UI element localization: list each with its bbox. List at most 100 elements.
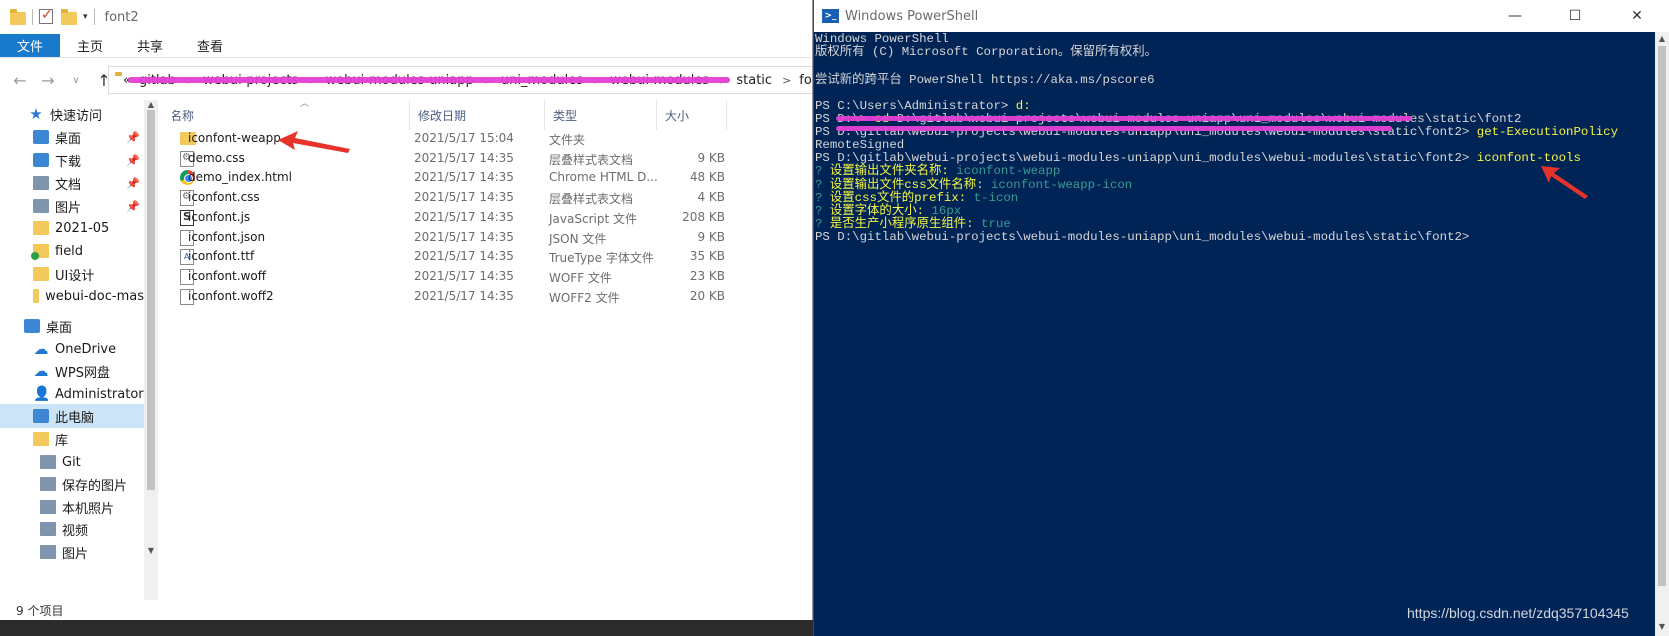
- explorer-titlebar: ▾ font2: [0, 0, 812, 34]
- column-header-type[interactable]: 类型: [545, 100, 657, 130]
- console-line: ? 设置字体的大小: 16px: [815, 204, 961, 218]
- nav-item-label: field: [55, 243, 84, 259]
- file-name: demo.css: [188, 150, 245, 165]
- nav-item[interactable]: 本机照片: [0, 495, 144, 519]
- folder-icon[interactable]: [10, 9, 26, 25]
- scroll-down-icon[interactable]: ▼: [146, 546, 156, 555]
- file-date: 2021/5/17 14:35: [414, 249, 514, 264]
- nav-item[interactable]: 下载 📌: [0, 148, 144, 172]
- ribbon-tab[interactable]: 主页: [60, 34, 120, 57]
- nav-item[interactable]: 保存的图片: [0, 472, 144, 496]
- file-row[interactable]: iconfont.js 2021/5/17 14:35 JavaScript 文件 2…: [172, 207, 812, 228]
- ribbon-tab[interactable]: 文件: [0, 34, 61, 57]
- console-line: PS D:\gitlab\webui-projects\webui-module…: [815, 230, 1469, 244]
- scrollbar-thumb[interactable]: [1658, 46, 1666, 586]
- column-header-date[interactable]: 修改日期: [410, 100, 545, 130]
- breadcrumb-segment[interactable]: static >: [736, 73, 791, 88]
- nav-item-label: 图片: [62, 546, 89, 562]
- pin-icon[interactable]: 📌: [126, 177, 140, 190]
- nav-item[interactable]: field: [0, 239, 144, 263]
- navigation-pane-scrollbar[interactable]: ▲ ▼: [144, 100, 158, 608]
- console-text: iconfont-weapp-icon: [990, 178, 1133, 192]
- file-type: JavaScript 文件: [549, 211, 637, 226]
- file-name: iconfont.json: [188, 229, 266, 244]
- nav-item-label: UI设计: [55, 268, 95, 284]
- pin-icon[interactable]: 📌: [126, 154, 140, 167]
- back-arrow-icon[interactable]: ←: [12, 71, 28, 90]
- nav-item[interactable]: 文档 📌: [0, 171, 144, 195]
- file-row[interactable]: iconfont.woff2 2021/5/17 14:35 WOFF2 文件 20 …: [172, 286, 812, 307]
- scroll-down-icon[interactable]: ▼: [1657, 622, 1667, 631]
- user-icon: 👤: [33, 386, 51, 402]
- nav-item-label: 桌面: [55, 131, 82, 147]
- console-output[interactable]: Windows PowerShell 版权所有 (C) Microsoft Cor…: [814, 32, 1656, 636]
- file-date: 2021/5/17 14:35: [414, 170, 514, 185]
- nav-item-label: 文档: [55, 177, 82, 193]
- file-size: 9 KB: [697, 229, 725, 244]
- item-count: 9 个项目: [16, 603, 64, 618]
- nav-item[interactable]: 桌面 📌: [0, 125, 144, 149]
- ribbon-tab[interactable]: 共享: [120, 34, 180, 57]
- file-row[interactable]: demo_index.html 2021/5/17 14:35 Chrome HTM…: [172, 167, 812, 188]
- file-date: 2021/5/17 15:04: [414, 131, 514, 145]
- ribbon-tab[interactable]: 查看: [180, 34, 240, 57]
- maximize-icon[interactable]: ☐: [1552, 0, 1598, 32]
- minimize-icon[interactable]: —: [1492, 0, 1538, 32]
- file-row[interactable]: iconfont-weapp 2021/5/17 15:04 文件夹: [172, 128, 812, 149]
- nav-item[interactable]: ★ 快速访问: [0, 102, 144, 126]
- scrollbar-thumb[interactable]: [147, 110, 155, 490]
- file-type: 层叠样式表文档: [549, 152, 634, 167]
- nav-item[interactable]: webui-doc-mas: [0, 284, 144, 308]
- nav-item[interactable]: UI设计: [0, 262, 144, 286]
- recent-locations-chevron-icon[interactable]: ∨: [68, 75, 84, 86]
- scroll-up-icon[interactable]: ▲: [146, 100, 156, 109]
- file-row[interactable]: iconfont.json 2021/5/17 14:35 JSON 文件 9 KB: [172, 227, 812, 248]
- nav-item[interactable]: 库: [0, 427, 144, 451]
- file-row[interactable]: iconfont.woff 2021/5/17 14:35 WOFF 文件 23 KB: [172, 266, 812, 287]
- forward-arrow-icon[interactable]: →: [40, 71, 56, 90]
- nav-item-label: OneDrive: [55, 341, 117, 357]
- new-folder-icon[interactable]: [61, 9, 77, 25]
- nav-item[interactable]: 图片: [0, 540, 144, 564]
- console-line: ? 设置输出文件夹名称: iconfont-weapp: [815, 164, 1060, 178]
- watermark: https://blog.csdn.net/zdq357104345: [1407, 605, 1629, 621]
- column-header-name[interactable]: 名称: [172, 100, 410, 130]
- column-header-size[interactable]: 大小: [657, 100, 727, 130]
- nav-item[interactable]: 👤 Administrator: [0, 382, 144, 406]
- chevron-right-icon[interactable]: >: [782, 74, 791, 87]
- nav-item[interactable]: 2021-05: [0, 216, 144, 240]
- console-text: 设置css文件的prefix:: [829, 191, 974, 205]
- nav-item[interactable]: 视频: [0, 517, 144, 541]
- properties-icon[interactable]: [39, 7, 55, 25]
- nav-item[interactable]: 此电脑: [0, 404, 144, 428]
- scroll-up-icon[interactable]: ▲: [1657, 34, 1667, 43]
- nav-item[interactable]: 桌面: [0, 314, 144, 338]
- nav-item[interactable]: ☁ WPS网盘: [0, 359, 144, 383]
- nav-item[interactable]: ☁ OneDrive: [0, 337, 144, 361]
- nav-item-label: Git: [62, 454, 81, 470]
- file-date: 2021/5/17 14:35: [414, 288, 514, 303]
- file-type: JSON 文件: [549, 231, 607, 246]
- pictures-icon: [33, 199, 49, 213]
- file-row[interactable]: demo.css 2021/5/17 14:35 层叠样式表文档 9 KB: [172, 148, 812, 169]
- customize-quick-access-icon[interactable]: ▾: [83, 12, 88, 22]
- pin-icon[interactable]: 📌: [126, 131, 140, 144]
- file-row[interactable]: iconfont.css 2021/5/17 14:35 层叠样式表文档 4 KB: [172, 187, 812, 208]
- nav-item[interactable]: 图片 📌: [0, 194, 144, 218]
- file-type: 文件夹: [549, 133, 586, 147]
- annotation-arrow-icon: [1541, 166, 1588, 199]
- file-type: TrueType 字体文件: [549, 251, 654, 266]
- file-date: 2021/5/17 14:35: [414, 190, 514, 205]
- nav-item-label: 快速访问: [50, 108, 103, 124]
- redaction-scribble: [836, 116, 1412, 121]
- nav-item[interactable]: Git: [0, 450, 144, 474]
- console-text: RemoteSigned: [815, 138, 905, 152]
- console-scrollbar[interactable]: ▲ ▼: [1655, 32, 1669, 636]
- console-text: true: [981, 217, 1011, 231]
- pin-icon[interactable]: 📌: [126, 200, 140, 213]
- file-row[interactable]: iconfont.ttf 2021/5/17 14:35 TrueType 字体文件…: [172, 246, 812, 267]
- breadcrumb-segment[interactable]: font2: [799, 73, 812, 88]
- file-type: Chrome HTML D...: [549, 170, 658, 185]
- console-text: t-icon: [973, 191, 1019, 205]
- close-icon[interactable]: ✕: [1614, 0, 1660, 32]
